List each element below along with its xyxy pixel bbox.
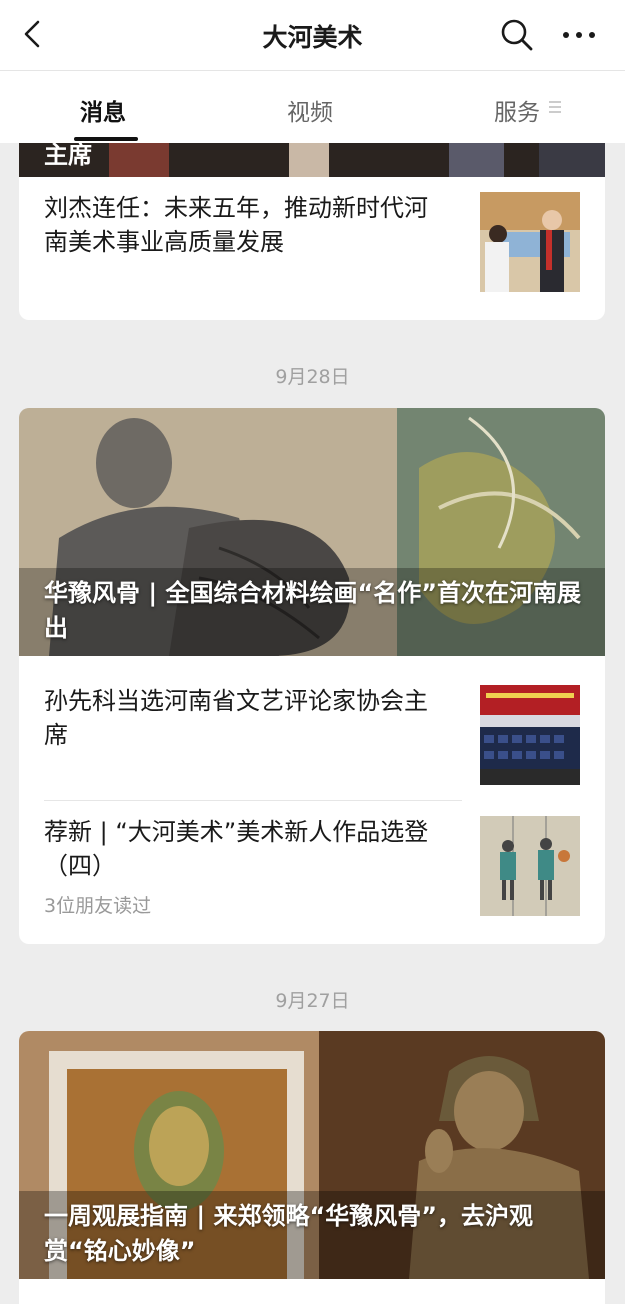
list-item[interactable]: 孙先科当选河南省文艺评论家协会主席	[19, 670, 605, 800]
friends-read-count: 3位朋友读过	[44, 895, 152, 917]
article-card-top: 主席 刘杰连任：未来五年，推动新时代河南美术事业高质量发展	[19, 143, 605, 320]
tab-bar: 消息 视频 服务	[0, 71, 625, 143]
list-item[interactable]: 荐新 | “大河美术”美术新人作品选登（四） 3位朋友读过	[19, 801, 605, 931]
hero-article[interactable]: 一周观展指南 | 来郑领略“华豫风骨”，去沪观赏“铭心妙像”	[19, 1031, 605, 1279]
active-tab-indicator	[74, 137, 138, 141]
article-title: 刘杰连任：未来五年，推动新时代河南美术事业高质量发展	[44, 194, 428, 256]
article-title: 荐新 | “大河美术”美术新人作品选登（四）	[44, 818, 429, 880]
article-thumbnail	[480, 685, 580, 785]
article-group-card: 华豫风骨 | 全国综合材料绘画“名作”首次在河南展出 孙先科当选河南省文艺评论家…	[19, 408, 605, 944]
more-dots-icon[interactable]	[562, 22, 596, 48]
search-icon[interactable]	[500, 18, 534, 52]
date-separator: 9月28日	[275, 366, 350, 388]
article-title: 孙先科当选河南省文艺评论家协会主席	[44, 687, 428, 749]
article-group-card: 一周观展指南 | 来郑领略“华豫风骨”，去沪观赏“铭心妙像”	[19, 1031, 605, 1304]
hero-article[interactable]: 华豫风骨 | 全国综合材料绘画“名作”首次在河南展出	[19, 408, 605, 656]
hero-photo	[19, 143, 605, 177]
hero-image-partial[interactable]: 主席	[19, 143, 605, 177]
article-thumbnail	[480, 192, 580, 292]
tab-messages[interactable]: 消息	[80, 93, 126, 127]
tab-menu-icon	[549, 101, 561, 113]
hero-title-partial: 主席	[44, 143, 92, 169]
article-thumbnail	[480, 816, 580, 916]
hero-title: 华豫风骨 | 全国综合材料绘画“名作”首次在河南展出	[44, 579, 582, 642]
tab-services[interactable]: 服务	[494, 93, 540, 127]
hero-title: 一周观展指南 | 来郑领略“华豫风骨”，去沪观赏“铭心妙像”	[44, 1202, 534, 1265]
nav-bar: 大河美术	[0, 0, 625, 71]
date-separator: 9月27日	[275, 990, 350, 1012]
list-item[interactable]: 刘杰连任：未来五年，推动新时代河南美术事业高质量发展	[19, 177, 605, 307]
tab-videos[interactable]: 视频	[287, 93, 333, 127]
